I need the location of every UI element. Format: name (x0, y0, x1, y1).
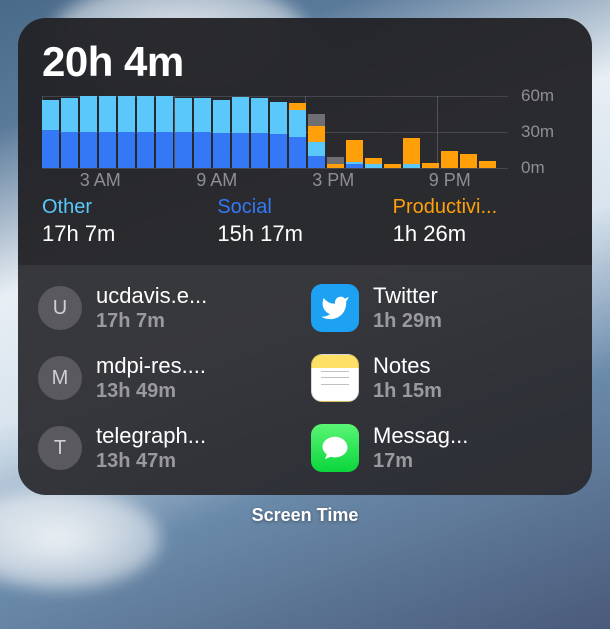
notes-icon (311, 354, 359, 402)
summary-section: 20h 4m 60m 30m 0m 3 AM 9 AM 3 PM 9 PM (18, 18, 592, 265)
app-item[interactable]: Uucdavis.e...17h 7m (38, 283, 299, 333)
chart-bar (422, 163, 439, 168)
chart-bar (308, 114, 325, 168)
category-other: Other 17h 7m (42, 196, 217, 247)
category-productivity: Productivi... 1h 26m (393, 196, 568, 247)
app-time: 17m (373, 450, 468, 473)
app-letter-icon: T (38, 426, 82, 470)
chart-bar (289, 103, 306, 168)
chart-bar (251, 98, 268, 168)
app-item[interactable]: Mmdpi-res....13h 49m (38, 353, 299, 403)
chart-bar (194, 98, 211, 168)
messages-icon (311, 424, 359, 472)
x-axis-labels: 3 AM 9 AM 3 PM 9 PM (42, 170, 508, 190)
chart-bar (327, 157, 344, 168)
app-name: Messag... (373, 423, 468, 449)
app-letter-icon: M (38, 356, 82, 400)
app-name: mdpi-res.... (96, 353, 206, 379)
chart-bar (99, 96, 116, 168)
app-time: 1h 15m (373, 380, 442, 403)
chart-bar (346, 140, 363, 168)
screen-time-widget[interactable]: 20h 4m 60m 30m 0m 3 AM 9 AM 3 PM 9 PM (18, 18, 592, 495)
twitter-icon (311, 284, 359, 332)
chart-bar (175, 98, 192, 168)
category-social: Social 15h 17m (217, 196, 392, 247)
app-time: 13h 47m (96, 450, 206, 473)
app-name: Notes (373, 353, 442, 379)
chart-bar (118, 96, 135, 168)
chart-bar (403, 138, 420, 168)
chart-bar (479, 161, 496, 168)
chart-bar (42, 100, 59, 168)
chart-bar (61, 98, 78, 168)
chart-bar (270, 102, 287, 168)
chart-bar (80, 96, 97, 168)
app-name: Twitter (373, 283, 442, 309)
app-name: telegraph... (96, 423, 206, 449)
chart-bar (365, 158, 382, 168)
app-item[interactable]: Ttelegraph...13h 47m (38, 423, 299, 473)
app-time: 17h 7m (96, 310, 207, 333)
chart-bar (137, 96, 154, 168)
chart-bar (384, 164, 401, 168)
app-time: 1h 29m (373, 310, 442, 333)
app-name: ucdavis.e... (96, 283, 207, 309)
hourly-chart: 60m 30m 0m 3 AM 9 AM 3 PM 9 PM (42, 96, 568, 186)
category-summary: Other 17h 7m Social 15h 17m Productivi..… (42, 196, 568, 247)
total-time: 20h 4m (42, 38, 568, 86)
chart-bar (441, 151, 458, 168)
chart-bar (213, 100, 230, 168)
chart-bar (460, 154, 477, 168)
y-axis-labels: 60m 30m 0m (513, 96, 568, 168)
chart-bar (156, 96, 173, 168)
top-apps-grid: Uucdavis.e...17h 7mTwitter1h 29mMmdpi-re… (18, 265, 592, 495)
app-item[interactable]: Notes1h 15m (311, 353, 572, 403)
app-item[interactable]: Messag...17m (311, 423, 572, 473)
app-item[interactable]: Twitter1h 29m (311, 283, 572, 333)
app-letter-icon: U (38, 286, 82, 330)
chart-bar (232, 97, 249, 168)
app-time: 13h 49m (96, 380, 206, 403)
